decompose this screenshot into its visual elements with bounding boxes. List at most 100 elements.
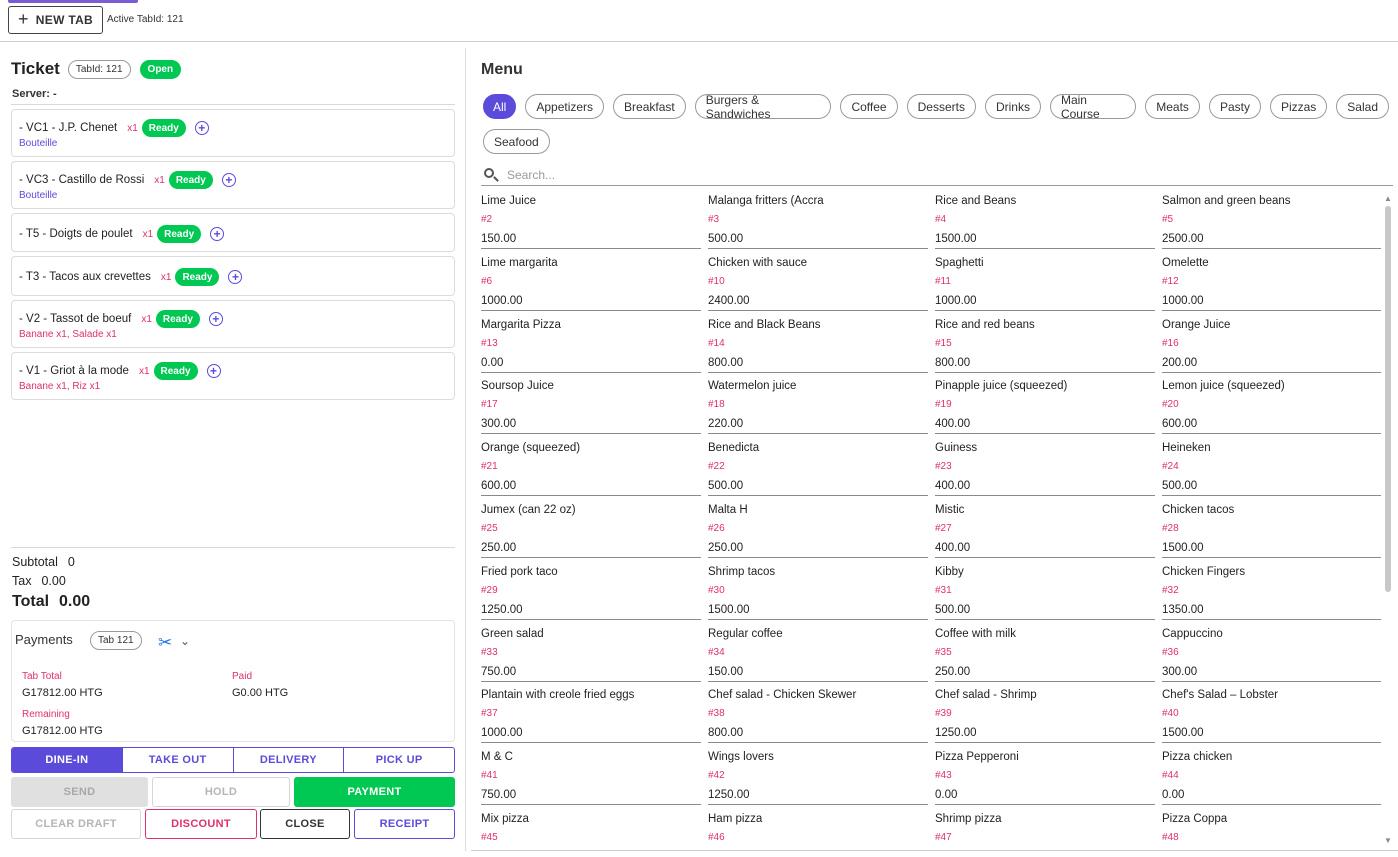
- add-circle-icon[interactable]: +: [208, 312, 223, 326]
- menu-item-price: 1500.00: [935, 233, 977, 245]
- menu-item[interactable]: Malanga fritters (Accra #3 500.00: [708, 192, 928, 249]
- menu-item[interactable]: Chef's Salad – Lobster #40 1500.00: [1162, 686, 1381, 744]
- add-circle-icon[interactable]: +: [228, 270, 243, 284]
- menu-item[interactable]: Guiness #23 400.00: [935, 439, 1155, 497]
- menu-item[interactable]: Watermelon juice #18 220.00: [708, 377, 928, 435]
- menu-item[interactable]: Green salad #33 750.00: [481, 625, 701, 682]
- category-chip[interactable]: Breakfast: [613, 94, 686, 119]
- ticket-item[interactable]: - T3 - Tacos aux crevettes x1 Ready +: [11, 256, 455, 296]
- payment-button[interactable]: PAYMENT: [294, 777, 455, 807]
- menu-item[interactable]: Coffee with milk #35 250.00: [935, 625, 1155, 682]
- menu-item[interactable]: Lime Juice #2 150.00: [481, 192, 701, 249]
- menu-item[interactable]: Jumex (can 22 oz) #25 250.00: [481, 501, 701, 558]
- category-chip[interactable]: Pizzas: [1269, 94, 1328, 119]
- menu-item-id: #11: [935, 275, 951, 287]
- ticket-item[interactable]: - VC3 - Castillo de Rossi x1 Ready + Bouteil…: [11, 161, 455, 209]
- menu-item[interactable]: Cappuccino #36 300.00: [1162, 625, 1381, 682]
- menu-item[interactable]: Malta H #26 250.00: [708, 501, 928, 558]
- menu-item[interactable]: Heineken #24 500.00: [1162, 439, 1381, 497]
- menu-item[interactable]: Regular coffee #34 150.00: [708, 625, 928, 682]
- menu-scrollbar[interactable]: ▲ ▼: [1383, 192, 1393, 847]
- menu-item[interactable]: Chicken with sauce #10 2400.00: [708, 254, 928, 311]
- order-type-dine-in[interactable]: DINE-IN: [12, 748, 123, 772]
- menu-item[interactable]: Mix pizza #45: [481, 810, 701, 847]
- add-circle-icon[interactable]: +: [206, 364, 221, 378]
- menu-item[interactable]: Pizza chicken #44 0.00: [1162, 748, 1381, 806]
- menu-item[interactable]: Chef salad - Shrimp #39 1250.00: [935, 686, 1155, 744]
- scissors-icon[interactable]: ✂: [158, 634, 172, 651]
- menu-item-id: #21: [481, 461, 498, 473]
- menu-item[interactable]: Mistic #27 400.00: [935, 501, 1155, 558]
- ticket-item[interactable]: - V1 - Griot à la mode x1 Ready + Banane x1,…: [11, 352, 455, 400]
- menu-item[interactable]: Orange Juice #16 200.00: [1162, 316, 1381, 373]
- scrollbar-thumb[interactable]: [1385, 206, 1391, 592]
- receipt-button[interactable]: RECEIPT: [354, 809, 455, 839]
- menu-item[interactable]: Omelette #12 1000.00: [1162, 254, 1381, 311]
- menu-item-id: #40: [1162, 708, 1179, 720]
- hold-button[interactable]: HOLD: [152, 777, 290, 807]
- ticket-item[interactable]: - VC1 - J.P. Chenet x1 Ready + Bouteille: [11, 109, 455, 157]
- menu-item-name: Soursop Juice: [481, 380, 554, 393]
- category-chip[interactable]: Coffee: [840, 94, 898, 119]
- category-chip[interactable]: All: [483, 94, 517, 119]
- menu-item[interactable]: Benedicta #22 500.00: [708, 439, 928, 497]
- order-type-delivery[interactable]: DELIVERY: [234, 748, 345, 772]
- ticket-item-qty: x1: [138, 365, 150, 377]
- menu-item[interactable]: Spaghetti #11 1000.00: [935, 254, 1155, 311]
- ticket-item[interactable]: - V2 - Tassot de boeuf x1 Ready + Banane x1,…: [11, 300, 455, 348]
- menu-item-id: #38: [708, 708, 725, 720]
- menu-item[interactable]: Plantain with creole fried eggs #37 1000.0…: [481, 686, 701, 744]
- menu-item[interactable]: Rice and red beans #15 800.00: [935, 316, 1155, 373]
- menu-item[interactable]: Pinapple juice (squeezed) #19 400.00: [935, 377, 1155, 435]
- menu-item[interactable]: Orange (squeezed) #21 600.00: [481, 439, 701, 497]
- add-circle-icon[interactable]: +: [210, 227, 225, 241]
- menu-item[interactable]: Pizza Pepperoni #43 0.00: [935, 748, 1155, 806]
- scroll-up-icon[interactable]: ▲: [1384, 194, 1392, 203]
- menu-item[interactable]: Wings lovers #42 1250.00: [708, 748, 928, 806]
- add-circle-icon[interactable]: +: [194, 121, 209, 135]
- add-circle-icon[interactable]: +: [221, 173, 236, 187]
- category-chip[interactable]: Burgers & Sandwiches: [694, 93, 832, 121]
- order-type-take-out[interactable]: TAKE OUT: [123, 748, 234, 772]
- category-chip[interactable]: Drinks: [984, 94, 1041, 119]
- menu-item[interactable]: Soursop Juice #17 300.00: [481, 377, 701, 435]
- menu-item[interactable]: Lemon juice (squeezed) #20 600.00: [1162, 377, 1381, 435]
- category-chip[interactable]: Appetizers: [525, 94, 605, 119]
- category-chip[interactable]: Desserts: [906, 94, 976, 119]
- menu-item[interactable]: Ham pizza #46: [708, 810, 928, 847]
- menu-item[interactable]: Rice and Black Beans #14 800.00: [708, 316, 928, 373]
- new-tab-button[interactable]: + NEW TAB: [8, 6, 103, 34]
- category-chip[interactable]: Salad: [1336, 94, 1389, 119]
- category-chip[interactable]: Pasty: [1208, 94, 1261, 119]
- category-chip[interactable]: Meats: [1145, 94, 1200, 119]
- menu-item-grid: Lime Juice #2 150.00 Malanga fritters (Accr…: [481, 192, 1381, 847]
- close-button[interactable]: CLOSE: [260, 809, 350, 839]
- send-button[interactable]: SEND: [11, 777, 148, 807]
- menu-item[interactable]: Kibby #31 500.00: [935, 563, 1155, 620]
- payment-tab-chip[interactable]: Tab 121: [90, 631, 142, 650]
- category-chip[interactable]: Main Course: [1049, 93, 1137, 121]
- ready-badge: Ready: [153, 362, 198, 380]
- menu-item[interactable]: Salmon and green beans #5 2500.00: [1162, 192, 1381, 249]
- ticket-item[interactable]: - T5 - Doigts de poulet x1 Ready +: [11, 213, 455, 252]
- menu-item[interactable]: Chicken tacos #28 1500.00: [1162, 501, 1381, 558]
- menu-item[interactable]: M & C #41 750.00: [481, 748, 701, 806]
- chevron-down-icon[interactable]: ⌄: [180, 634, 190, 648]
- menu-item[interactable]: Rice and Beans #4 1500.00: [935, 192, 1155, 249]
- menu-item[interactable]: Pizza Coppa #48: [1162, 810, 1381, 847]
- order-type-pick-up[interactable]: PICK UP: [344, 748, 454, 772]
- discount-button[interactable]: DISCOUNT: [145, 809, 257, 839]
- menu-item[interactable]: Lime margarita #6 1000.00: [481, 254, 701, 311]
- search-input[interactable]: [507, 167, 1367, 182]
- menu-item[interactable]: Chef salad - Chicken Skewer #38 800.00: [708, 686, 928, 744]
- clear-draft-button[interactable]: CLEAR DRAFT: [11, 809, 141, 839]
- menu-item[interactable]: Shrimp pizza #47: [935, 810, 1155, 847]
- menu-item[interactable]: Margarita Pizza #13 0.00: [481, 316, 701, 373]
- scroll-down-icon[interactable]: ▼: [1384, 836, 1392, 845]
- menu-item-name: Chef salad - Chicken Skewer: [708, 689, 857, 702]
- menu-item[interactable]: Fried pork taco #29 1250.00: [481, 563, 701, 620]
- category-chip[interactable]: Seafood: [483, 129, 550, 154]
- menu-item-name: Jumex (can 22 oz): [481, 504, 576, 516]
- menu-item[interactable]: Shrimp tacos #30 1500.00: [708, 563, 928, 620]
- menu-item[interactable]: Chicken Fingers #32 1350.00: [1162, 563, 1381, 620]
